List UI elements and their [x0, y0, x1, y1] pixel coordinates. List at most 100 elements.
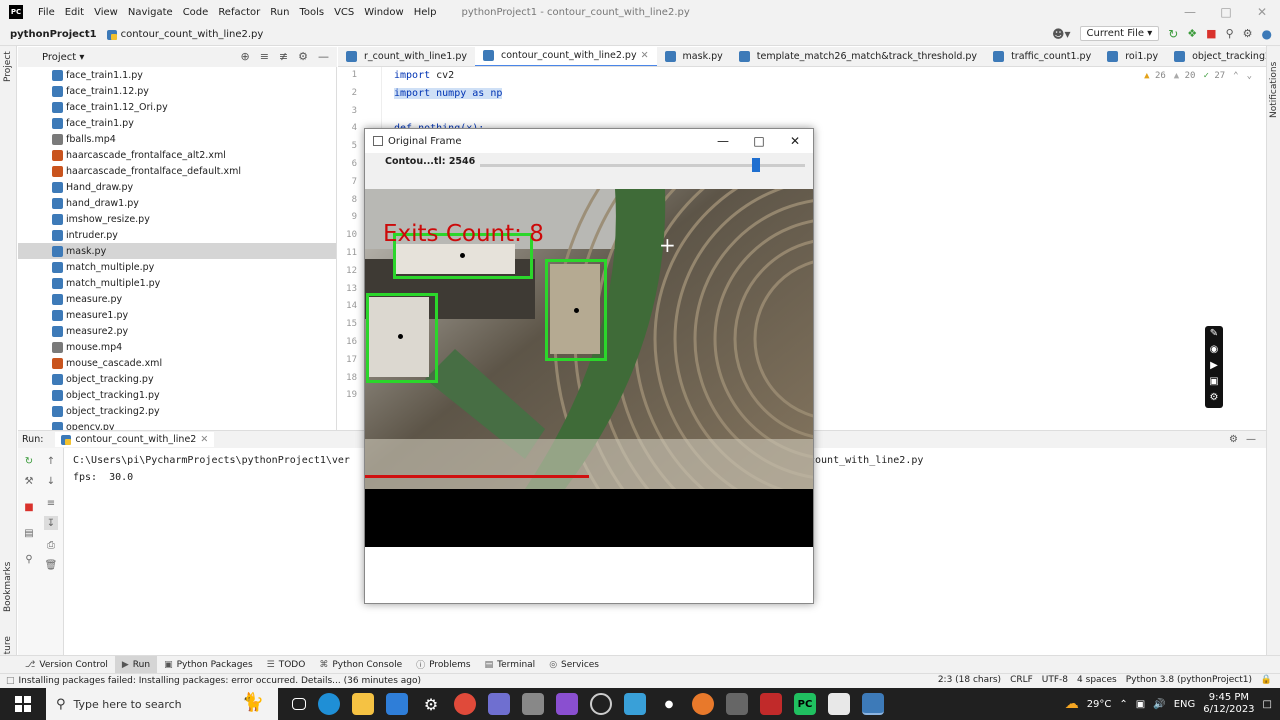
- temperature[interactable]: 29°C: [1087, 699, 1112, 710]
- editor-tab[interactable]: contour_count_with_line2.py ✕: [474, 47, 657, 66]
- tree-item[interactable]: face_train1.12_Ori.py: [18, 99, 336, 115]
- editor-tab[interactable]: mask.py: [657, 47, 731, 66]
- video-icon[interactable]: ▶: [1205, 358, 1223, 374]
- task-view-icon[interactable]: [292, 698, 306, 710]
- python-interpreter[interactable]: Python 3.8 (pythonProject1): [1126, 675, 1252, 685]
- tree-item[interactable]: object_tracking.py: [18, 371, 336, 387]
- settings-icon[interactable]: ⚙: [1243, 27, 1253, 40]
- tree-item[interactable]: opencv.py: [18, 419, 336, 430]
- code-line-3[interactable]: [383, 103, 1266, 121]
- search-icon[interactable]: ⚲: [1226, 27, 1234, 40]
- tree-item[interactable]: object_tracking2.py: [18, 403, 336, 419]
- edge-icon[interactable]: [318, 693, 340, 715]
- breadcrumb-project[interactable]: pythonProject1: [10, 29, 97, 40]
- clock[interactable]: 9:45 PM 6/12/2023: [1203, 692, 1254, 716]
- firefox-icon[interactable]: [692, 693, 714, 715]
- breadcrumb-file[interactable]: contour_count_with_line2.py: [106, 29, 263, 40]
- menu-code[interactable]: Code: [178, 7, 214, 18]
- chevron-up-icon[interactable]: ⌃: [1119, 699, 1127, 710]
- up-icon[interactable]: ↑: [44, 454, 58, 468]
- tree-item[interactable]: Hand_draw.py: [18, 179, 336, 195]
- tool-tab[interactable]: ⎇ Version Control: [18, 656, 115, 674]
- maximize-icon[interactable]: □: [1208, 0, 1244, 24]
- tree-item[interactable]: intruder.py: [18, 227, 336, 243]
- tree-item[interactable]: measure.py: [18, 291, 336, 307]
- pycharm-icon[interactable]: PC: [794, 693, 816, 715]
- trash-icon[interactable]: 🗑: [44, 558, 58, 572]
- gear-icon[interactable]: ⚙: [1229, 434, 1238, 445]
- visual-studio-icon[interactable]: [556, 693, 578, 715]
- tree-item[interactable]: measure2.py: [18, 323, 336, 339]
- tree-item[interactable]: fballs.mp4: [18, 131, 336, 147]
- tree-item[interactable]: match_multiple1.py: [18, 275, 336, 291]
- tree-item[interactable]: mouse.mp4: [18, 339, 336, 355]
- notepad-icon[interactable]: [828, 693, 850, 715]
- penguin-icon[interactable]: ●: [658, 693, 680, 715]
- tree-item[interactable]: face_train1.12.py: [18, 83, 336, 99]
- ocr-icon[interactable]: [522, 693, 544, 715]
- tree-item[interactable]: face_train1.1.py: [18, 67, 336, 83]
- file-encoding[interactable]: UTF-8: [1042, 675, 1068, 685]
- soft-wrap-icon[interactable]: ≡: [44, 496, 58, 510]
- maximize-icon[interactable]: □: [741, 129, 777, 153]
- minimize-icon[interactable]: —: [1172, 0, 1208, 24]
- stop-icon[interactable]: ■: [22, 500, 36, 514]
- inspection-widget[interactable]: ▲ 26 ▲ 20 ✓ 27 ⌃ ⌄: [1144, 71, 1252, 81]
- tree-item[interactable]: match_multiple.py: [18, 259, 336, 275]
- tool-tab[interactable]: ▤ Terminal: [478, 656, 543, 674]
- menu-tools[interactable]: Tools: [294, 7, 329, 18]
- hide-panel-icon[interactable]: —: [1246, 434, 1256, 445]
- menu-file[interactable]: File: [33, 7, 60, 18]
- locate-icon[interactable]: ⊕: [240, 50, 249, 63]
- menu-help[interactable]: Help: [409, 7, 442, 18]
- bookmarks-tool-tab[interactable]: Bookmarks: [3, 562, 13, 612]
- opencv-title-bar[interactable]: Original Frame — □ ✕: [365, 129, 813, 153]
- menu-window[interactable]: Window: [359, 7, 408, 18]
- tool-tab[interactable]: ⓘ Problems: [409, 656, 478, 674]
- file-explorer-icon[interactable]: [352, 693, 374, 715]
- editor-tab[interactable]: object_tracking2.py: [1166, 47, 1266, 66]
- chrome-icon[interactable]: [454, 693, 476, 715]
- user-icon[interactable]: ☻▾: [1052, 27, 1071, 41]
- tree-item[interactable]: face_train1.py: [18, 115, 336, 131]
- pen-icon[interactable]: ✎: [1205, 326, 1223, 342]
- project-tool-tab[interactable]: Project: [3, 51, 13, 82]
- down-arrow-icon[interactable]: ⌄: [1247, 71, 1252, 81]
- tool-tab[interactable]: ☰ TODO: [260, 656, 313, 674]
- down-icon[interactable]: ↓: [44, 474, 58, 488]
- wrench-icon[interactable]: ⚒: [22, 474, 36, 488]
- volume-icon[interactable]: 🔊: [1153, 699, 1165, 710]
- menu-refactor[interactable]: Refactor: [213, 7, 265, 18]
- tree-item[interactable]: haarcascade_frontalface_alt2.xml: [18, 147, 336, 163]
- menu-view[interactable]: View: [89, 7, 123, 18]
- tool-tab[interactable]: ◎ Services: [542, 656, 606, 674]
- run-config-select[interactable]: Current File ▾: [1079, 26, 1160, 41]
- taskbar-search-box[interactable]: ⚲ Type here to search 🐈: [46, 688, 278, 720]
- tree-item[interactable]: object_tracking1.py: [18, 387, 336, 403]
- indent-setting[interactable]: 4 spaces: [1077, 675, 1117, 685]
- run-config-tab[interactable]: contour_count_with_line2 ✕: [55, 432, 215, 447]
- pin-icon[interactable]: ⚲: [22, 552, 36, 566]
- collapse-all-icon[interactable]: ≢: [279, 50, 288, 63]
- code-line-1[interactable]: import cv2: [383, 67, 1266, 85]
- language-indicator[interactable]: ENG: [1174, 699, 1196, 710]
- python-logo-icon[interactable]: ●: [1262, 27, 1272, 41]
- lock-icon[interactable]: 🔒: [1261, 675, 1272, 685]
- mail-icon[interactable]: [386, 693, 408, 715]
- network-icon[interactable]: ▣: [1136, 699, 1145, 710]
- tree-item[interactable]: haarcascade_frontalface_default.xml: [18, 163, 336, 179]
- close-icon[interactable]: ✕: [1244, 0, 1280, 24]
- status-message[interactable]: Installing packages failed: Installing p…: [19, 676, 421, 686]
- editor-tab[interactable]: r_count_with_line1.py: [338, 47, 475, 66]
- rerun-icon[interactable]: ↻: [1168, 27, 1178, 41]
- record-icon[interactable]: [760, 693, 782, 715]
- tree-item[interactable]: measure1.py: [18, 307, 336, 323]
- screen-icon[interactable]: ▣: [1205, 374, 1223, 390]
- start-button[interactable]: [0, 688, 46, 720]
- store-icon[interactable]: [624, 693, 646, 715]
- editor-tab[interactable]: template_match26_match&track_threshold.p…: [731, 47, 985, 66]
- settings-icon[interactable]: ⚙: [420, 693, 442, 715]
- scroll-to-end-icon[interactable]: ↧: [44, 516, 58, 530]
- line-ending[interactable]: CRLF: [1010, 675, 1033, 685]
- stop-icon[interactable]: ■: [1206, 27, 1216, 40]
